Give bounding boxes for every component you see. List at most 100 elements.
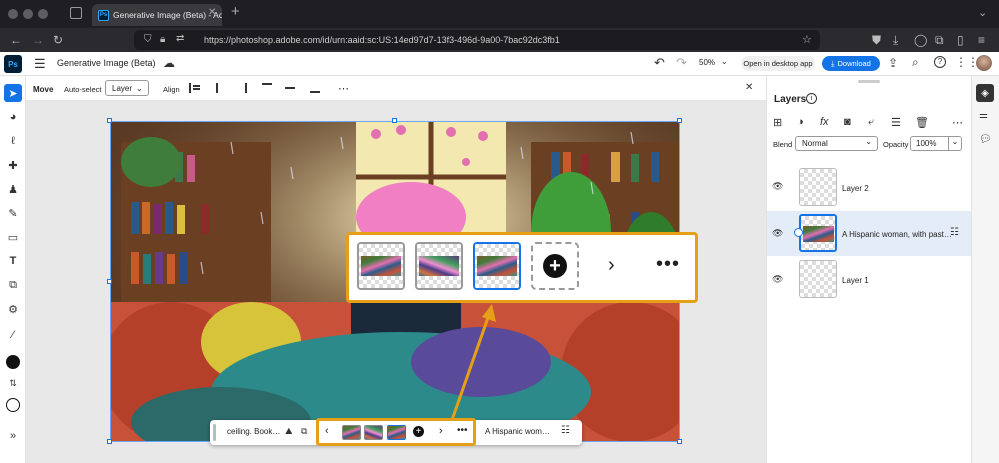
lock-icon[interactable]: 🔒︎ — [160, 34, 165, 45]
align-center-v-icon[interactable] — [285, 83, 295, 93]
generate-more-button[interactable]: + — [531, 242, 579, 290]
chevron-right-icon[interactable]: › — [608, 254, 615, 277]
swap-colors-icon[interactable]: ⇅ — [4, 374, 22, 392]
window-minimize-button[interactable] — [23, 9, 33, 19]
eye-icon[interactable]: 👁︎ — [772, 181, 783, 192]
properties-icon[interactable]: ☷ — [561, 425, 570, 436]
place-image-tool-icon[interactable]: ⧉ — [4, 276, 22, 294]
zoom-dropdown-icon[interactable]: ⌄ — [721, 57, 728, 66]
expand-tools-icon[interactable]: » — [4, 427, 22, 445]
adjustment-tool-icon[interactable]: ⚙ — [4, 300, 22, 318]
autoselect-dropdown[interactable]: Layer ⌄ — [105, 80, 149, 96]
downloads-icon[interactable]: ⤓ — [893, 28, 898, 52]
layer-stack-icon[interactable]: ☰ — [891, 116, 901, 129]
new-tab-icon[interactable]: + — [231, 3, 240, 20]
mini-variation-2[interactable] — [364, 425, 383, 440]
forward-icon[interactable]: → — [32, 28, 44, 52]
mini-variation-3[interactable] — [387, 425, 406, 440]
layer-row[interactable] — [767, 165, 971, 210]
move-tool-icon[interactable]: ➤ — [4, 84, 22, 102]
transform-handle[interactable] — [677, 439, 682, 444]
transform-handle[interactable] — [107, 279, 112, 284]
layer-properties-icon[interactable]: ☷ — [950, 227, 959, 238]
image-icon[interactable]: ⛰ — [285, 426, 293, 437]
tab-list-icon[interactable]: ⌄ — [978, 6, 987, 19]
prompt-text[interactable]: ceiling. Book… — [227, 427, 280, 436]
tab-active[interactable]: Ps Generative Image (Beta) - Adob… — [92, 4, 222, 26]
cloud-icon[interactable]: ☁ — [163, 56, 175, 70]
document-title[interactable]: Generative Image (Beta) — [57, 58, 156, 68]
layer-row[interactable] — [767, 257, 971, 302]
transform-handle[interactable] — [392, 118, 397, 123]
background-color-swatch[interactable] — [6, 398, 20, 412]
hamburger-menu-icon[interactable]: ☰ — [34, 56, 46, 72]
panel-more-icon[interactable]: ⋯ — [952, 116, 963, 129]
extensions-icon[interactable]: ⧉ — [935, 28, 944, 52]
eye-icon[interactable]: 👁︎ — [772, 274, 783, 285]
transform-handle[interactable] — [107, 439, 112, 444]
mini-plus-icon[interactable]: + — [413, 426, 424, 437]
more-icon[interactable]: ••• — [656, 253, 680, 276]
bookmark-star-icon[interactable]: ☆ — [802, 33, 812, 46]
chevron-left-icon[interactable]: ‹ — [325, 425, 329, 437]
layers-panel-icon[interactable]: ◈ — [976, 84, 994, 102]
transform-handle[interactable] — [677, 118, 682, 123]
fx-icon[interactable]: fx — [820, 116, 829, 128]
align-bottom-icon[interactable] — [310, 83, 320, 93]
brush-tool-icon[interactable]: ✎ — [4, 204, 22, 222]
help-icon[interactable]: ? — [934, 56, 946, 68]
align-center-h-icon[interactable] — [212, 83, 222, 93]
address-bar[interactable]: https://photoshop.adobe.com/id/urn:aaid:… — [134, 30, 820, 50]
shape-tool-icon[interactable]: ▭ — [4, 228, 22, 246]
variation-thumb-1[interactable] — [357, 242, 405, 290]
avatar[interactable] — [976, 55, 992, 71]
eyedropper-tool-icon[interactable]: ⁄ — [4, 326, 22, 344]
tab-groups-icon[interactable] — [70, 7, 82, 19]
transform-handle[interactable] — [107, 118, 112, 123]
align-top-icon[interactable] — [262, 83, 272, 93]
variation-thumb-2[interactable] — [415, 242, 463, 290]
align-right-icon[interactable] — [237, 83, 247, 93]
window-zoom-button[interactable] — [38, 9, 48, 19]
eye-icon[interactable]: 👁︎ — [772, 228, 783, 239]
mini-chevron-right-icon[interactable]: › — [439, 425, 443, 437]
reference-image-icon[interactable]: ⧉ — [301, 426, 307, 437]
browser-menu-icon[interactable]: ≡ — [978, 28, 985, 52]
adjustment-layer-icon[interactable]: ◑ — [797, 116, 804, 128]
info-icon[interactable]: i — [806, 93, 817, 104]
tab-close-icon[interactable]: ✕ — [208, 7, 216, 18]
layer-name-text[interactable]: A Hispanic wom… — [485, 427, 550, 436]
open-desktop-button[interactable]: Open in desktop app — [741, 56, 815, 71]
share-icon[interactable]: ⇪ — [888, 56, 898, 70]
mini-variation-1[interactable] — [342, 425, 361, 440]
comments-panel-icon[interactable]: 💬︎ — [979, 134, 992, 145]
mask-icon[interactable]: ◙ — [844, 116, 851, 128]
opacity-field[interactable]: 100% ⌄ — [910, 136, 962, 151]
clip-icon[interactable]: ⤶ — [868, 116, 874, 129]
search-icon[interactable]: ⌕ — [912, 55, 919, 70]
quick-select-tool-icon[interactable]: ◕ — [4, 108, 22, 126]
panel-grip[interactable] — [858, 80, 880, 83]
mini-more-icon[interactable]: ••• — [457, 425, 468, 436]
close-options-icon[interactable]: ✕ — [745, 82, 753, 93]
undo-icon[interactable]: ↶ — [654, 55, 665, 71]
more-options-icon[interactable]: ⋯ — [338, 82, 349, 95]
sidebar-icon[interactable]: ▯ — [957, 28, 964, 52]
window-close-button[interactable] — [8, 9, 18, 19]
lasso-tool-icon[interactable]: ℓ — [4, 132, 22, 150]
delete-icon[interactable]: 🗑︎ — [915, 116, 929, 129]
download-button[interactable]: ⤓ Download — [822, 56, 880, 71]
reload-icon[interactable]: ↻ — [53, 28, 63, 52]
variation-thumb-3-selected[interactable] — [473, 242, 521, 290]
back-icon[interactable]: ← — [10, 28, 22, 52]
type-tool-icon[interactable]: T — [4, 252, 22, 270]
redo-icon[interactable]: ↷ — [676, 55, 687, 71]
adjustments-panel-icon[interactable]: ⚌ — [979, 110, 988, 121]
zoom-level[interactable]: 50% — [699, 58, 715, 67]
foreground-color-swatch[interactable] — [6, 355, 20, 369]
align-left-icon[interactable] — [189, 83, 200, 93]
blend-mode-select[interactable]: Normal ⌄ — [795, 136, 878, 151]
shield-icon[interactable]: ⛉ — [144, 34, 152, 45]
account-icon[interactable]: ◯ — [914, 28, 927, 52]
healing-brush-tool-icon[interactable]: ✚ — [4, 156, 22, 174]
